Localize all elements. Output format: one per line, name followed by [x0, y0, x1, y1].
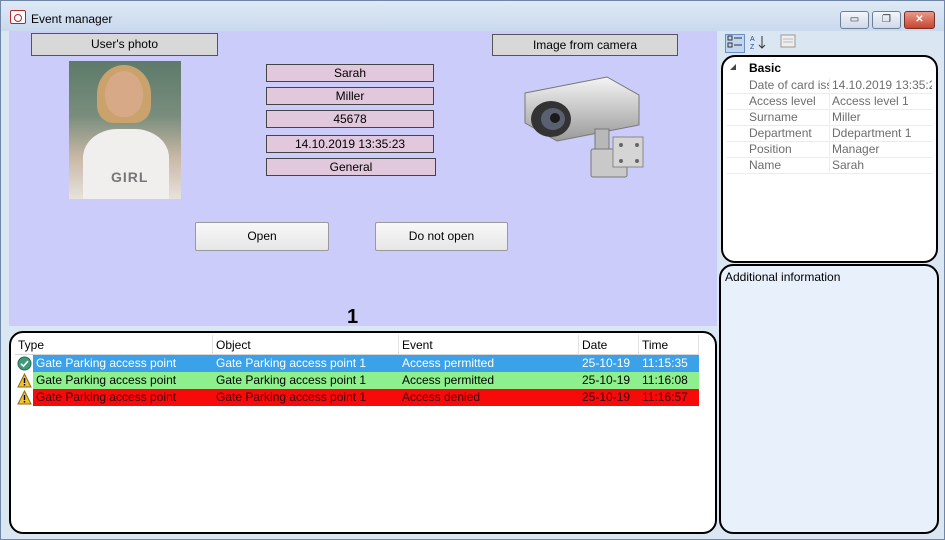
- cell-type: Gate Parking access point: [36, 373, 177, 387]
- property-value: Manager: [829, 142, 932, 156]
- categorized-view-button[interactable]: [725, 34, 745, 53]
- property-key: Access level: [749, 94, 816, 108]
- cell-event: Access permitted: [402, 356, 495, 370]
- events-table-header: Type Object Event Date Time: [15, 335, 699, 355]
- property-row[interactable]: Date of card issue 14.10.2019 13:35:23: [727, 78, 932, 94]
- table-row[interactable]: Gate Parking access point Gate Parking a…: [15, 389, 699, 406]
- access-level-field: General: [266, 158, 436, 176]
- datetime-field: 14.10.2019 13:35:23: [266, 135, 434, 153]
- cell-time: 11:15:35: [642, 356, 688, 370]
- do-not-open-button[interactable]: Do not open: [375, 222, 508, 251]
- events-table: Type Object Event Date Time Gate Parking…: [9, 331, 717, 534]
- property-row[interactable]: Position Manager: [727, 142, 932, 158]
- camera-image-label: Image from camera: [492, 34, 678, 56]
- window-title: Event manager: [31, 12, 113, 26]
- name-field: Sarah: [266, 64, 434, 82]
- property-key: Name: [749, 158, 782, 172]
- check-circle-icon: [17, 356, 32, 371]
- user-photo-label: User's photo: [31, 33, 218, 56]
- annotation-1: 1: [347, 306, 359, 328]
- app-icon: [10, 10, 26, 24]
- cell-time: 11:16:57: [642, 390, 688, 404]
- property-key: Department: [749, 126, 812, 140]
- properties-panel: Basic Date of card issue 14.10.2019 13:3…: [721, 55, 938, 263]
- sort-az-icon: A Z: [750, 36, 766, 51]
- cell-type: Gate Parking access point: [36, 390, 177, 404]
- cell-object: Gate Parking access point 1: [216, 373, 367, 387]
- collapse-arrow-icon[interactable]: [729, 63, 737, 71]
- property-section-basic[interactable]: Basic: [749, 61, 781, 75]
- cell-event: Access denied: [402, 390, 481, 404]
- column-header-type[interactable]: Type: [15, 335, 213, 355]
- photo-shirt-text: GIRL: [111, 169, 149, 185]
- property-row[interactable]: Surname Miller: [727, 110, 932, 126]
- column-header-object[interactable]: Object: [213, 335, 399, 355]
- property-key: Surname: [749, 110, 798, 124]
- minimize-button[interactable]: ▭: [840, 11, 869, 29]
- property-pages-icon: [780, 34, 796, 48]
- property-key: Position: [749, 142, 792, 156]
- property-value: Ddepartment 1: [829, 126, 932, 140]
- property-value: Sarah: [829, 158, 932, 172]
- card-number-field: 45678: [266, 110, 434, 128]
- event-detail-panel: User's photo Image from camera GIRL Sara…: [9, 31, 717, 326]
- column-header-date[interactable]: Date: [579, 335, 639, 355]
- additional-info-title: Additional information: [725, 270, 841, 284]
- property-row[interactable]: Name Sarah: [727, 158, 932, 174]
- user-photo: GIRL: [69, 61, 181, 199]
- property-pages-button[interactable]: [778, 34, 798, 53]
- additional-info-panel: Additional information: [719, 264, 939, 534]
- cell-date: 25-10-19: [582, 373, 631, 387]
- open-button[interactable]: Open: [195, 222, 329, 251]
- cell-date: 25-10-19: [582, 356, 631, 370]
- column-header-time[interactable]: Time: [639, 335, 699, 355]
- cell-object: Gate Parking access point 1: [216, 390, 367, 404]
- maximize-button[interactable]: ❐: [872, 11, 901, 29]
- table-row[interactable]: Gate Parking access point Gate Parking a…: [15, 355, 699, 372]
- property-value: 14.10.2019 13:35:23: [829, 78, 932, 92]
- column-header-event[interactable]: Event: [399, 335, 579, 355]
- property-row[interactable]: Access level Access level 1: [727, 94, 932, 110]
- table-row[interactable]: Gate Parking access point Gate Parking a…: [15, 372, 699, 389]
- cell-type: Gate Parking access point: [36, 356, 177, 370]
- categorized-icon: [727, 35, 742, 48]
- camera-image: [524, 76, 644, 178]
- warning-triangle-icon: [17, 390, 32, 405]
- warning-triangle-icon: [17, 373, 32, 388]
- property-key: Date of card issue: [749, 78, 829, 92]
- event-manager-window: Event manager ▭ ❐ ✕ User's photo Image f…: [0, 0, 945, 540]
- property-value: Access level 1: [829, 94, 932, 108]
- close-button[interactable]: ✕: [904, 11, 935, 29]
- title-bar: Event manager ▭ ❐ ✕: [1, 1, 944, 31]
- property-row[interactable]: Department Ddepartment 1: [727, 126, 932, 142]
- svg-text:A: A: [750, 36, 755, 43]
- surname-field: Miller: [266, 87, 434, 105]
- property-value: Miller: [829, 110, 932, 124]
- property-toolbar: A Z: [723, 32, 938, 54]
- cell-event: Access permitted: [402, 373, 495, 387]
- svg-text:Z: Z: [750, 44, 755, 50]
- cell-date: 25-10-19: [582, 390, 631, 404]
- alphabetical-view-button[interactable]: A Z: [748, 34, 768, 53]
- cell-object: Gate Parking access point 1: [216, 356, 367, 370]
- cell-time: 11:16:08: [642, 373, 688, 387]
